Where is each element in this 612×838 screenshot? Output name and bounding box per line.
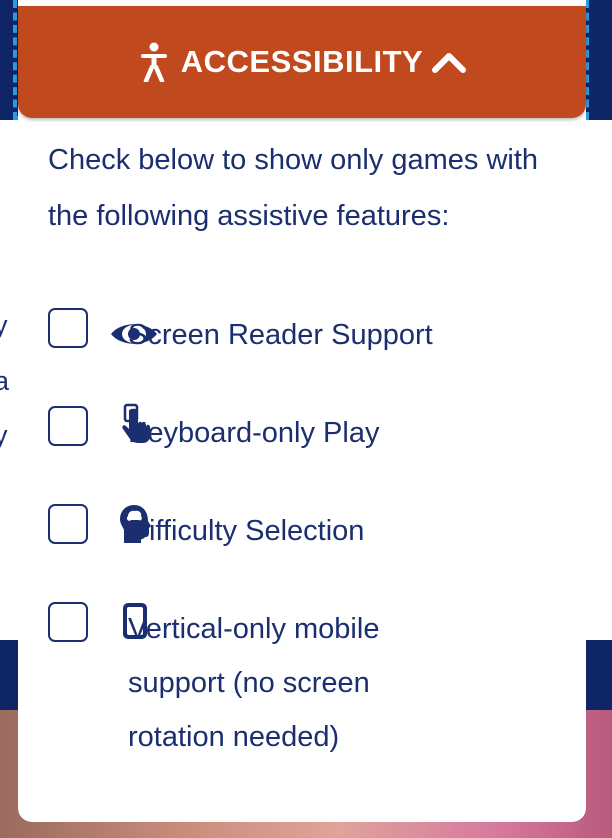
vertical-mobile-label-line-1[interactable]: Vertical-only mobile bbox=[128, 602, 379, 656]
difficulty-label[interactable]: Difficulty Selection bbox=[128, 504, 364, 558]
screen-reader-label[interactable]: Screen Reader Support bbox=[128, 308, 433, 362]
filter-description: Check below to show only games with the … bbox=[48, 144, 539, 232]
accessibility-title: ACCESSIBILITY bbox=[180, 44, 424, 79]
vertical-mobile-label-line-2[interactable]: support (no screen bbox=[128, 656, 370, 710]
screen-reader-checkbox[interactable] bbox=[48, 308, 88, 348]
vertical-mobile-label-line-3[interactable]: rotation needed) bbox=[128, 710, 339, 764]
difficulty-checkbox[interactable] bbox=[48, 504, 88, 544]
background-text-fragment: y bbox=[0, 310, 8, 340]
background-text-fragment: a bbox=[0, 366, 10, 396]
chevron-up-icon bbox=[431, 50, 467, 74]
accessibility-toggle-button[interactable]: ACCESSIBILITY bbox=[18, 6, 586, 118]
background-text-fragment: y bbox=[0, 420, 8, 450]
vertical-mobile-checkbox[interactable] bbox=[48, 602, 88, 642]
keyboard-only-checkbox[interactable] bbox=[48, 406, 88, 446]
accessibility-person-icon bbox=[137, 42, 171, 82]
keyboard-only-label[interactable]: Keyboard-only Play bbox=[128, 406, 379, 460]
